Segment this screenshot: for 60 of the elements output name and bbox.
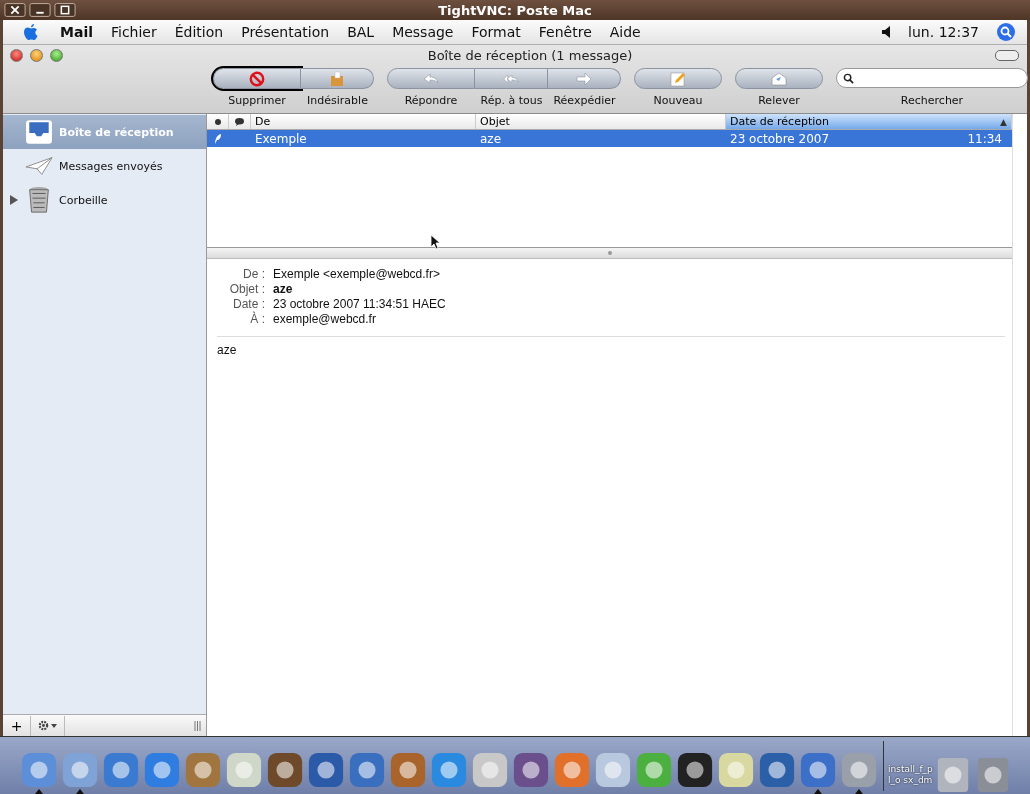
close-button[interactable] bbox=[10, 48, 23, 62]
speaker-icon[interactable] bbox=[882, 26, 891, 38]
right-arrow-icon bbox=[576, 70, 592, 87]
pencil-icon bbox=[670, 70, 686, 87]
search-icon[interactable] bbox=[997, 23, 1015, 41]
dot-icon bbox=[214, 118, 221, 125]
menu-item[interactable]: Format bbox=[471, 24, 521, 40]
menu-item[interactable]: Édition bbox=[174, 24, 224, 40]
no-entry-icon bbox=[249, 70, 265, 87]
toolbar-toggle-button[interactable] bbox=[995, 49, 1019, 61]
add-button[interactable]: + bbox=[3, 715, 31, 736]
header-value: exemple@webcd.fr bbox=[273, 312, 377, 326]
menu-item[interactable]: Fenêtre bbox=[538, 24, 592, 40]
window-title: Boîte de réception (1 message) bbox=[426, 47, 634, 63]
splitter-handle[interactable] bbox=[607, 251, 612, 255]
bag-icon bbox=[329, 70, 345, 87]
search-label: Rechercher bbox=[900, 94, 964, 107]
sidebar-item[interactable]: Corbeille bbox=[3, 183, 206, 217]
table-cell: 11:34 bbox=[967, 131, 1002, 146]
file-name: install_f_pl_o sx_dm bbox=[888, 764, 934, 786]
header-value: aze bbox=[273, 282, 294, 296]
search-icon bbox=[843, 72, 854, 84]
inbox-tray-icon bbox=[25, 118, 53, 146]
resize-grip-icon[interactable] bbox=[194, 720, 201, 731]
header-label: De : bbox=[242, 267, 265, 281]
header-value: 23 octobre 2007 11:34:51 HAEC bbox=[273, 297, 446, 311]
gear-icon bbox=[38, 720, 49, 731]
menu-item[interactable]: Mail bbox=[60, 24, 93, 40]
header-value: Exemple <exemple@webcd.fr> bbox=[273, 267, 441, 281]
window-title: TightVNC: Poste Mac bbox=[437, 2, 593, 18]
header-label: À : bbox=[249, 312, 265, 326]
apple-icon[interactable] bbox=[23, 23, 39, 41]
feather-icon bbox=[214, 133, 222, 144]
search-field[interactable] bbox=[836, 68, 1028, 88]
minimize-icon[interactable] bbox=[29, 2, 51, 18]
sidebar-item[interactable]: Messages envoyés bbox=[3, 149, 206, 183]
table-cell: aze bbox=[480, 131, 502, 146]
mouse-pointer-icon bbox=[430, 234, 440, 250]
message-body: aze bbox=[217, 343, 238, 357]
table-cell: 23 octobre 2007 bbox=[730, 131, 830, 146]
maximize-icon[interactable] bbox=[54, 2, 76, 18]
menu-item[interactable]: BAL bbox=[347, 24, 375, 40]
disclosure-triangle-icon[interactable] bbox=[10, 195, 18, 205]
envelope-icon bbox=[771, 70, 787, 87]
table-cell: Exemple bbox=[255, 131, 307, 146]
minimize-button[interactable] bbox=[30, 48, 43, 62]
zoom-button[interactable] bbox=[50, 48, 63, 62]
message-row[interactable]: Exemple aze 23 octobre 2007 11:34 bbox=[207, 130, 1012, 147]
menu-item[interactable]: Aide bbox=[609, 24, 641, 40]
caret-icon bbox=[51, 723, 57, 728]
scrollbar[interactable] bbox=[1012, 114, 1027, 736]
clock[interactable]: lun. 12:37 bbox=[908, 24, 979, 40]
menu-item[interactable]: Fichier bbox=[111, 24, 157, 40]
close-icon[interactable] bbox=[4, 2, 26, 18]
column-header[interactable]: Date de réception ▲ bbox=[726, 114, 1012, 129]
header-label: Objet : bbox=[228, 282, 265, 296]
header-label: Date : bbox=[232, 297, 265, 311]
column-header[interactable]: De bbox=[251, 114, 476, 129]
menu-item[interactable]: Message bbox=[392, 24, 454, 40]
menu-item[interactable]: Présentation bbox=[241, 24, 330, 40]
